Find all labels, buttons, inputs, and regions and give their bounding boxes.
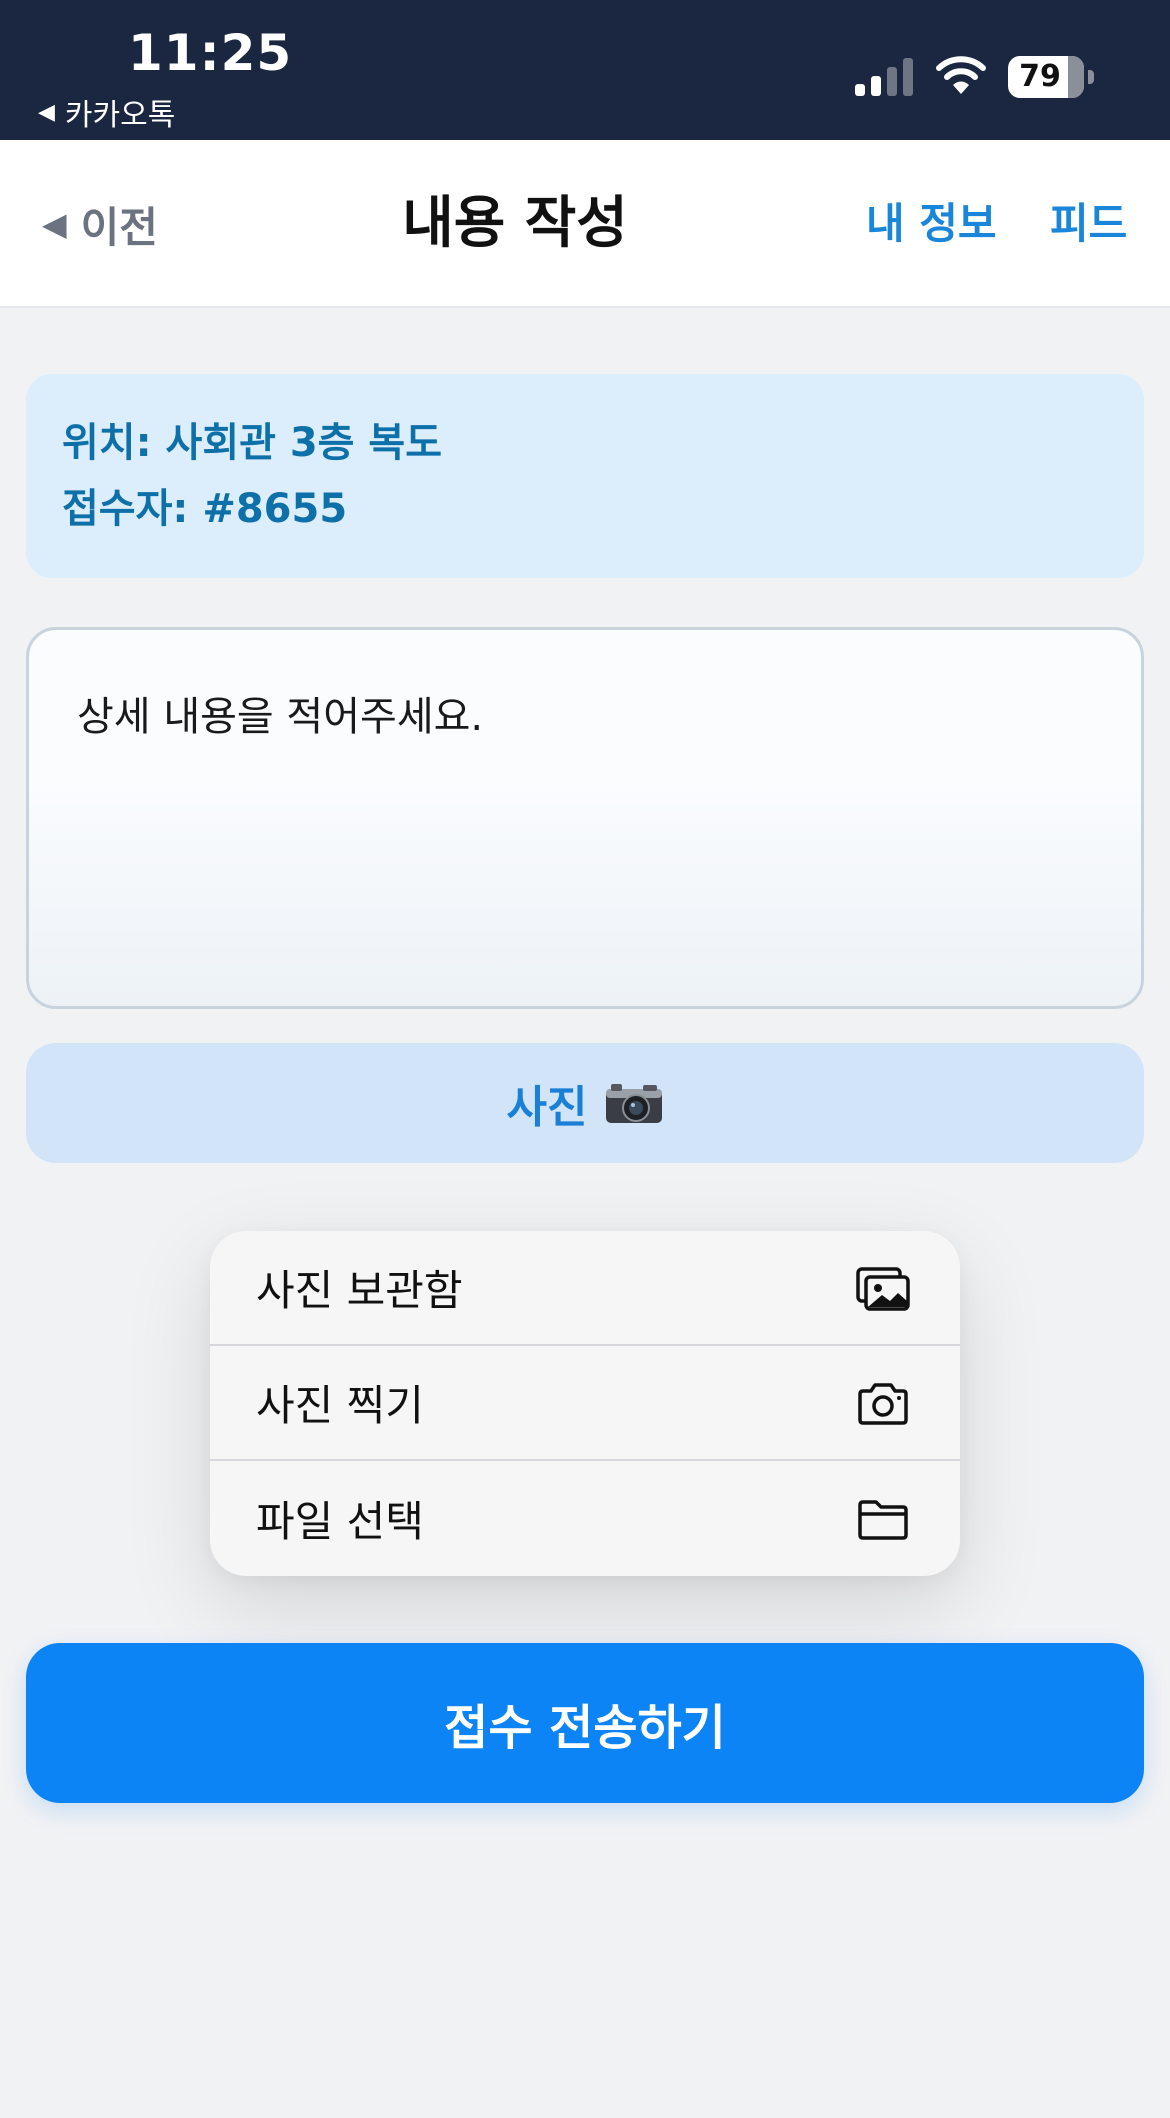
status-back-app-label: 카카오톡 <box>64 98 176 133</box>
menu-item-choose-file[interactable]: 파일 선택 <box>210 1461 960 1576</box>
photo-button[interactable]: 사진 <box>26 1043 1144 1163</box>
folder-icon <box>858 1500 908 1540</box>
menu-item-label: 파일 선택 <box>256 1497 424 1546</box>
page-title: 내용 작성 <box>402 191 628 256</box>
camera-outline-icon <box>858 1383 908 1425</box>
my-info-link[interactable]: 내 정보 <box>866 184 997 264</box>
receiver-text: 접수자: #8655 <box>62 486 348 532</box>
photo-library-icon <box>856 1267 910 1311</box>
menu-item-label: 사진 보관함 <box>256 1266 463 1315</box>
location-text: 위치: 사회관 3층 복도 <box>62 420 443 466</box>
feed-link[interactable]: 피드 <box>1050 184 1127 264</box>
report-info-box: 위치: 사회관 3층 복도 접수자: #8655 <box>26 374 1144 578</box>
status-time: 11:25 <box>128 24 293 82</box>
status-back-to-app[interactable]: ◀ 카카오톡 <box>38 90 175 134</box>
menu-item-photo-library[interactable]: 사진 보관함 <box>210 1231 960 1346</box>
menu-item-label: 사진 찍기 <box>256 1381 424 1430</box>
photo-source-menu: 사진 보관함 사진 찍기 파일 선택 <box>210 1231 960 1576</box>
detail-textarea[interactable] <box>26 627 1144 1009</box>
battery-tip <box>1088 70 1094 84</box>
battery-percentage: 79 <box>1019 59 1061 94</box>
navigation-bar: ◀ 이전 내용 작성 내 정보 피드 <box>0 140 1170 308</box>
menu-item-take-photo[interactable]: 사진 찍기 <box>210 1346 960 1461</box>
status-bar: 11:25 ◀ 카카오톡 79 <box>0 0 1170 140</box>
camera-icon <box>606 1084 663 1123</box>
back-triangle-icon: ◀ <box>38 99 55 125</box>
back-button-label: 이전 <box>80 202 158 252</box>
back-button[interactable]: ◀ 이전 <box>42 184 158 264</box>
photo-button-label: 사진 <box>506 1082 588 1133</box>
battery-icon: 79 <box>1008 56 1084 98</box>
wifi-icon <box>936 56 986 94</box>
submit-report-button[interactable]: 접수 전송하기 <box>26 1643 1144 1803</box>
cellular-signal-icon <box>855 58 913 96</box>
back-arrow-icon: ◀ <box>42 205 67 243</box>
